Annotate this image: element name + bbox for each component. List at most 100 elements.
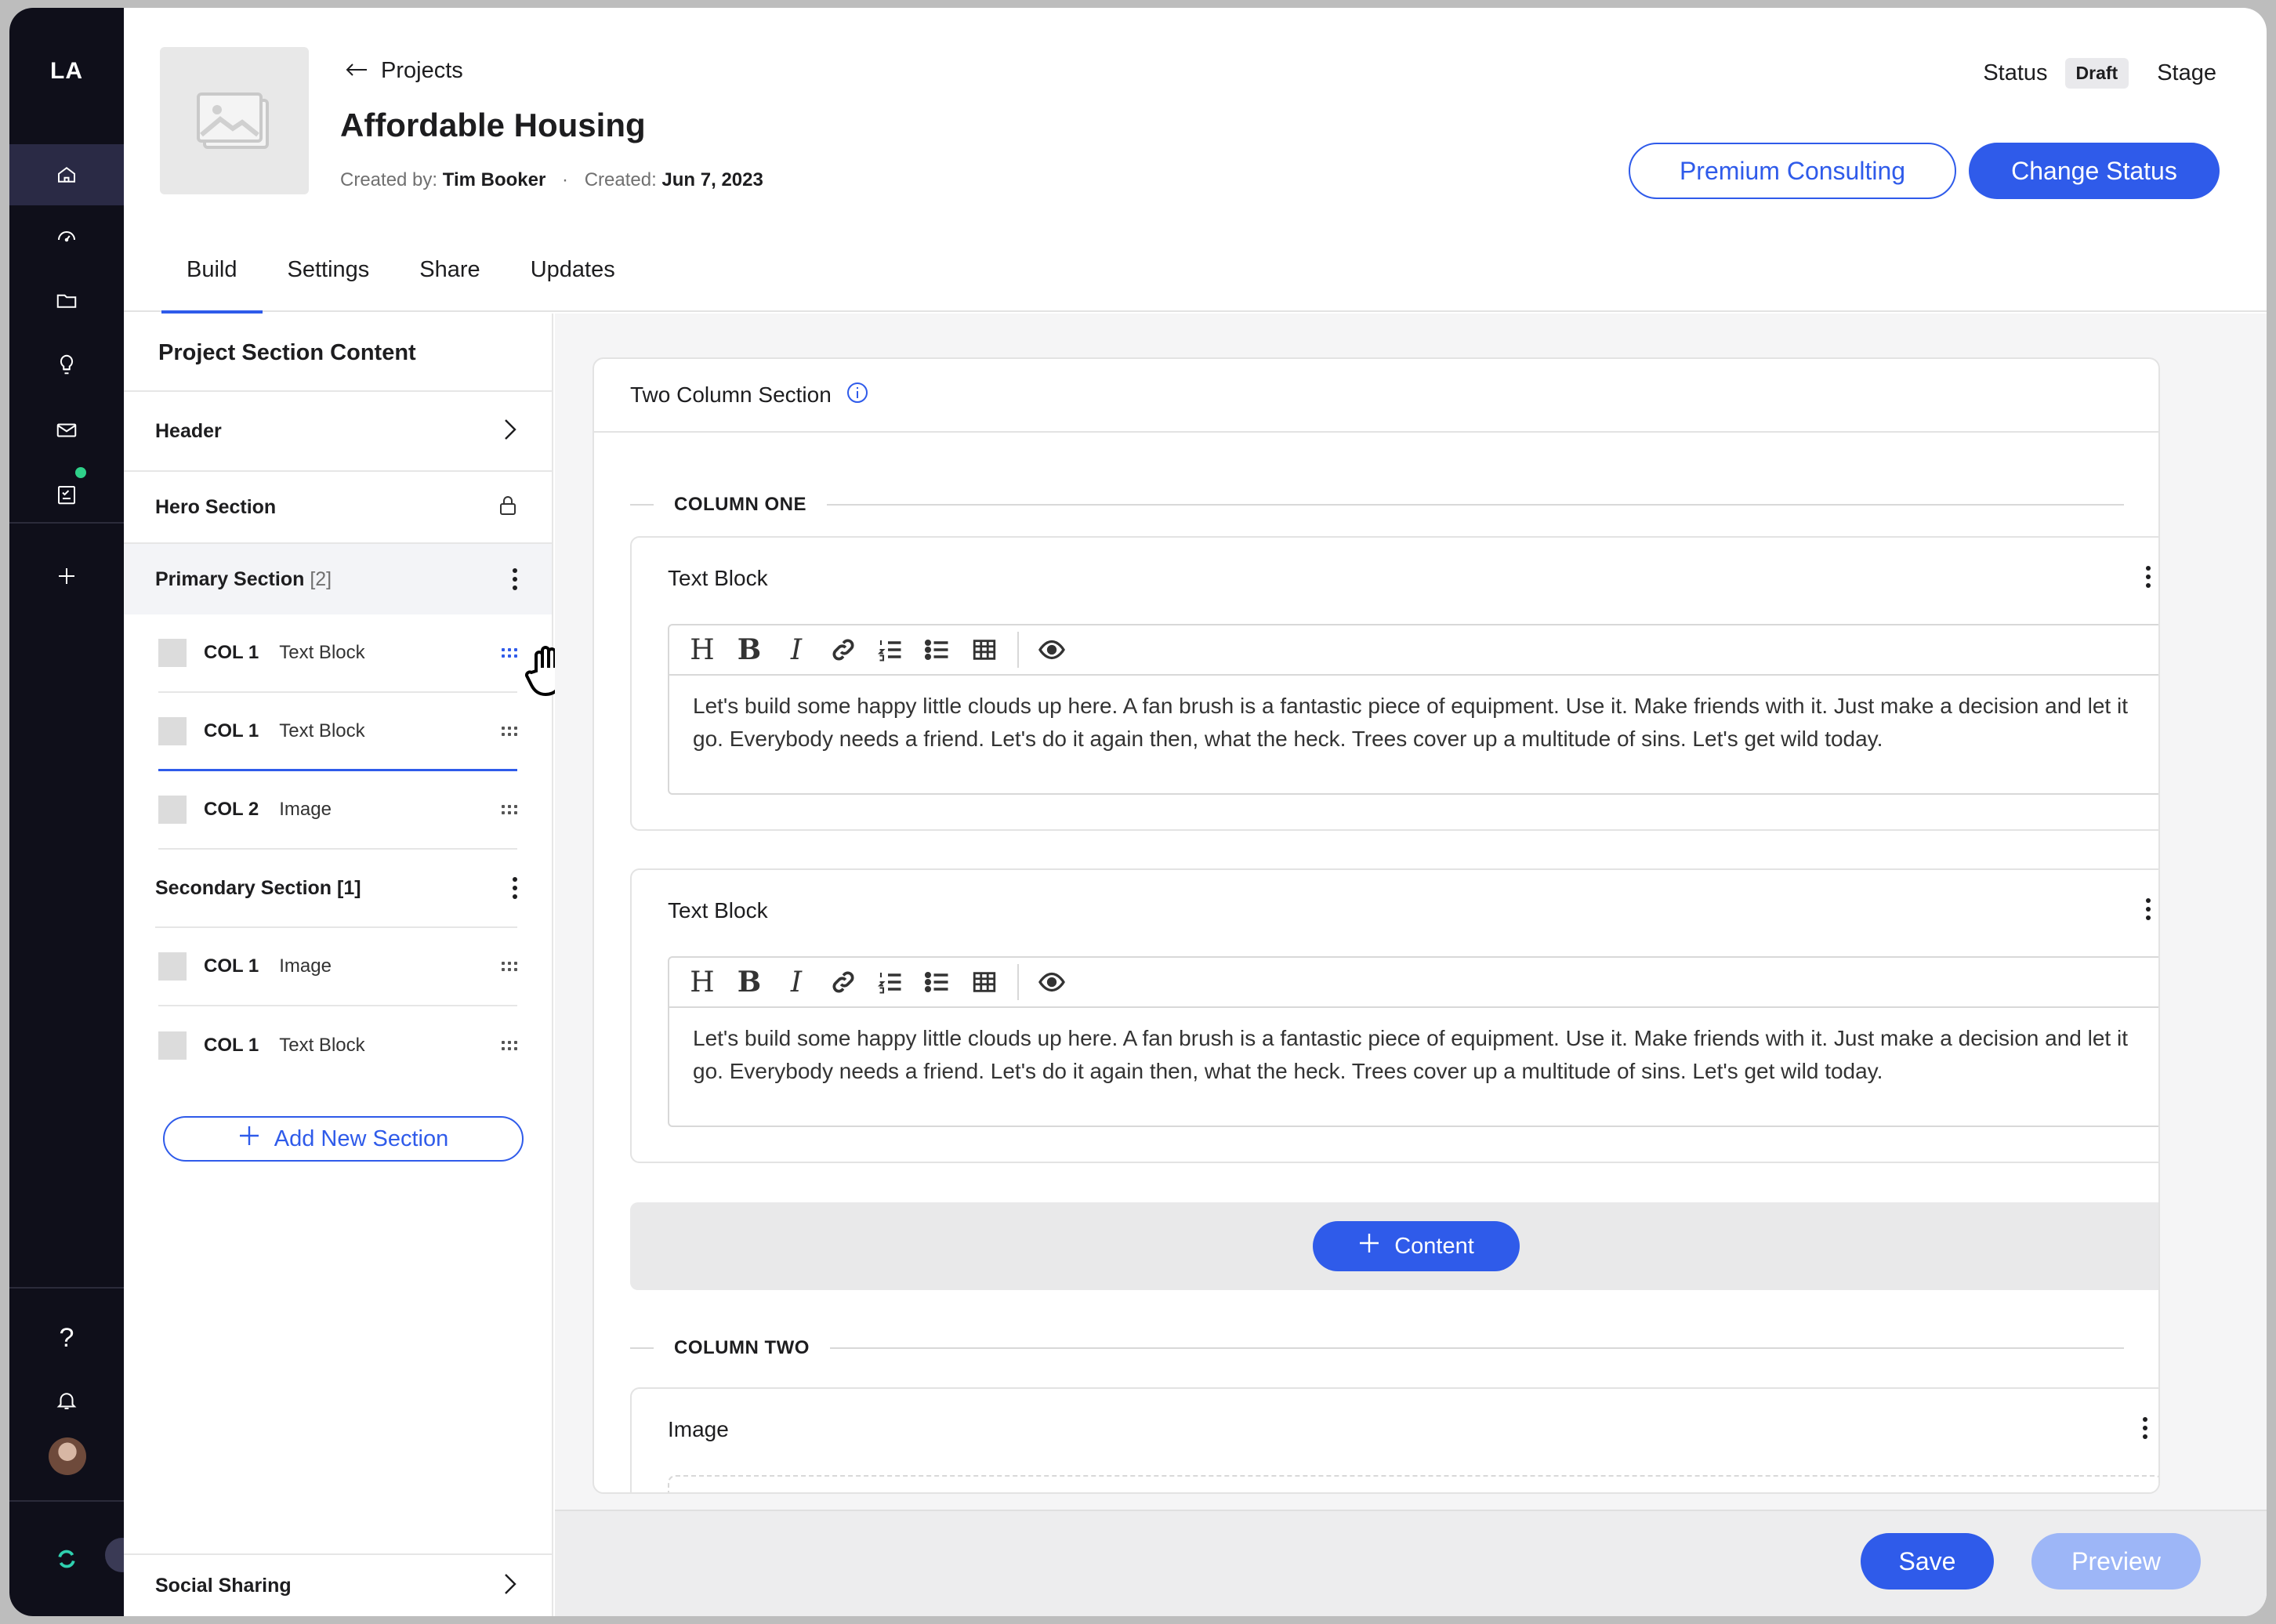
drag-grip-icon[interactable]: [502, 648, 517, 658]
text-block: Text Block H B I Let's build some happy …: [630, 536, 2158, 831]
stage-label: Stage: [2157, 60, 2216, 85]
bullet-list-icon[interactable]: [914, 959, 961, 1006]
home-icon[interactable]: [9, 144, 124, 205]
list-item[interactable]: COL 1 Text Block: [158, 1006, 517, 1085]
link-icon[interactable]: [820, 959, 867, 1006]
breadcrumb-back[interactable]: Projects: [345, 58, 463, 84]
change-status-button[interactable]: Change Status: [1969, 143, 2220, 199]
section-social-sharing[interactable]: Social Sharing: [124, 1553, 552, 1616]
section-primary[interactable]: Primary Section [2]: [124, 542, 552, 614]
bell-icon[interactable]: [9, 1370, 124, 1431]
editor-toolbar: H B I: [669, 625, 2158, 676]
save-button[interactable]: Save: [1861, 1533, 1994, 1590]
more-icon[interactable]: [2146, 566, 2151, 588]
section-header[interactable]: Header: [124, 390, 552, 470]
column-label: COL 1: [204, 955, 259, 977]
block-type: Image: [279, 955, 332, 977]
panel-title: Project Section Content: [158, 340, 416, 365]
lock-icon: [498, 495, 517, 520]
drag-grip-icon[interactable]: [502, 962, 517, 971]
plus-icon: [238, 1125, 260, 1153]
editor-footer: Save Preview: [555, 1510, 2267, 1616]
editor-content[interactable]: Let's build some happy little clouds up …: [669, 676, 2158, 770]
status-badge: Draft: [2064, 58, 2129, 89]
chevron-right-icon: [503, 1572, 517, 1600]
table-icon[interactable]: [961, 959, 1008, 1006]
italic-icon[interactable]: I: [773, 626, 820, 673]
avatar[interactable]: [49, 1437, 86, 1475]
card-title: Two Column Section: [630, 382, 832, 407]
bold-icon[interactable]: B: [726, 959, 773, 1006]
created-value: Jun 7, 2023: [661, 169, 763, 190]
checklist-icon[interactable]: [9, 464, 124, 525]
more-icon[interactable]: [513, 568, 517, 590]
created-by-label: Created by:: [340, 169, 438, 190]
plus-icon[interactable]: [9, 546, 124, 607]
toolbar-divider: [1017, 964, 1019, 1000]
primary-section-count: [2]: [310, 567, 332, 590]
section-panel: Project Section Content Header Hero Sect…: [124, 314, 563, 1616]
rail-divider: [9, 1500, 124, 1502]
section-label: Primary Section [2]: [155, 568, 332, 591]
image-dropzone[interactable]: [668, 1475, 2158, 1492]
heading-rule: [630, 504, 654, 506]
section-label: Social Sharing: [155, 1574, 292, 1597]
list-item[interactable]: COL 1 Image: [158, 928, 517, 1006]
preview-eye-icon[interactable]: [1028, 626, 1075, 673]
app-logo: LA: [50, 58, 83, 84]
status-label: Status: [1983, 60, 2048, 85]
ordered-list-icon[interactable]: [867, 626, 914, 673]
italic-icon[interactable]: I: [773, 959, 820, 1006]
tab-updates[interactable]: Updates: [506, 237, 640, 312]
more-icon[interactable]: [2146, 898, 2151, 920]
mail-icon[interactable]: [9, 400, 124, 461]
add-section-label: Add New Section: [274, 1126, 449, 1151]
section-secondary[interactable]: Secondary Section [1]: [155, 850, 517, 928]
heading-icon[interactable]: H: [679, 959, 726, 1006]
card-header: Two Column Section: [594, 359, 2158, 433]
section-hero[interactable]: Hero Section: [124, 470, 552, 542]
page-title: Affordable Housing: [340, 107, 646, 143]
bold-icon[interactable]: B: [726, 626, 773, 673]
preview-button[interactable]: Preview: [2031, 1533, 2201, 1590]
column-one-heading: COLUMN ONE: [630, 494, 2124, 516]
list-item[interactable]: COL 1 Text Block: [158, 693, 517, 771]
premium-consulting-button[interactable]: Premium Consulting: [1629, 143, 1956, 199]
secondary-section-label: Secondary Section [1]: [155, 876, 361, 899]
rail-divider: [9, 522, 124, 524]
list-item[interactable]: COL 2 Image: [158, 771, 517, 850]
block-title: Text Block: [668, 898, 768, 923]
tab-settings[interactable]: Settings: [263, 237, 395, 312]
preview-eye-icon[interactable]: [1028, 959, 1075, 1006]
drag-grip-icon[interactable]: [502, 726, 517, 736]
tab-build[interactable]: Build: [161, 237, 263, 314]
more-icon[interactable]: [2143, 1417, 2147, 1439]
heading-rule: [630, 1347, 654, 1349]
add-new-section-button[interactable]: Add New Section: [163, 1116, 524, 1162]
rich-text-editor[interactable]: H B I Let's build some happy little clou…: [668, 956, 2158, 1127]
dashboard-icon[interactable]: [9, 205, 124, 266]
table-icon[interactable]: [961, 626, 1008, 673]
ordered-list-icon[interactable]: [867, 959, 914, 1006]
editor-content[interactable]: Let's build some happy little clouds up …: [669, 1008, 2158, 1102]
rich-text-editor[interactable]: H B I Let's build some happy little clou…: [668, 624, 2158, 795]
drag-grip-icon[interactable]: [502, 1041, 517, 1050]
plus-icon: [1358, 1232, 1380, 1260]
drag-handle-square: [158, 796, 187, 824]
add-content-button[interactable]: Content: [1313, 1221, 1520, 1271]
tab-share[interactable]: Share: [394, 237, 505, 312]
heading-icon[interactable]: H: [679, 626, 726, 673]
drag-grip-icon[interactable]: [502, 805, 517, 814]
more-icon[interactable]: [513, 877, 517, 899]
project-thumbnail: [160, 47, 309, 194]
info-icon[interactable]: [846, 381, 869, 410]
folder-icon[interactable]: [9, 270, 124, 331]
bullet-list-icon[interactable]: [914, 626, 961, 673]
help-icon[interactable]: ?: [9, 1307, 124, 1368]
column-label: COL 1: [204, 1035, 259, 1056]
list-item[interactable]: COL 1 Text Block: [158, 614, 517, 693]
editor-canvas: Two Column Section COLUMN ONE Text Block…: [555, 314, 2267, 1616]
link-icon[interactable]: [820, 626, 867, 673]
block-title: Text Block: [668, 566, 768, 590]
lightbulb-icon[interactable]: [9, 334, 124, 395]
